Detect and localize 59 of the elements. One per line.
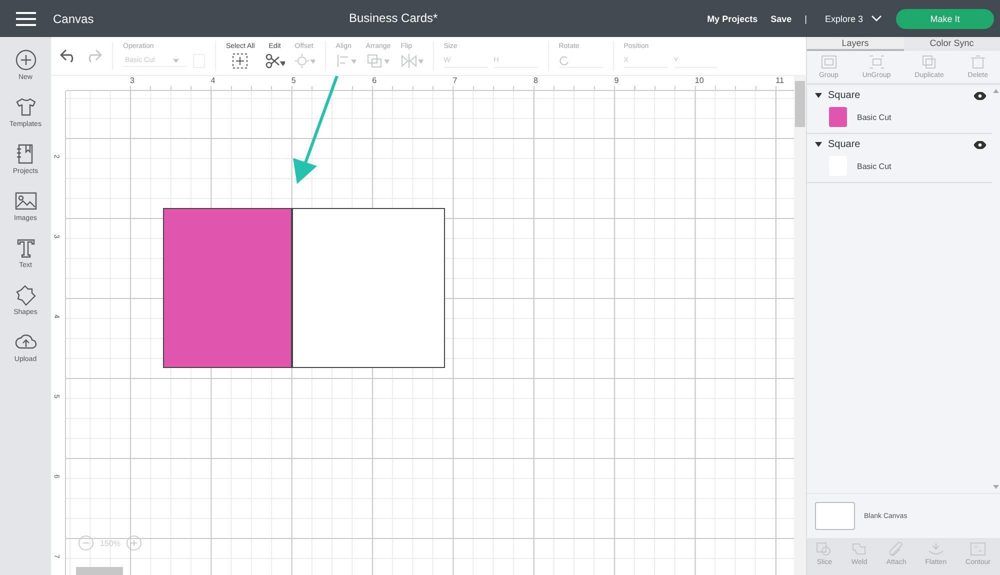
project-title: Business Cards* xyxy=(349,11,438,25)
delete-icon xyxy=(970,55,986,69)
attach-icon xyxy=(888,542,904,556)
header-link[interactable]: My Projects xyxy=(707,14,758,24)
zoom-in-icon[interactable] xyxy=(126,535,142,551)
zoom-out-icon[interactable] xyxy=(78,535,94,551)
text-icon xyxy=(14,237,36,259)
make-it-button[interactable]: Make It xyxy=(896,8,994,28)
new-icon xyxy=(14,49,36,71)
eye-icon[interactable] xyxy=(974,92,986,100)
section-title: Canvas xyxy=(53,12,94,26)
chevron-down-icon xyxy=(871,15,882,22)
ruler-number: 11 xyxy=(776,76,784,85)
layer-name[interactable]: Square xyxy=(828,139,968,150)
offset-icon xyxy=(294,54,315,68)
canvas-swatch[interactable] xyxy=(815,502,855,530)
scroll-down-icon[interactable] xyxy=(993,485,999,489)
square-shape[interactable] xyxy=(292,208,445,368)
scissors-icon xyxy=(264,53,285,69)
panel-tab[interactable]: Color Sync xyxy=(904,37,1000,51)
rotate-icon xyxy=(558,56,569,66)
arrange-icon xyxy=(367,54,390,68)
layer-name[interactable]: Square xyxy=(828,90,968,101)
expand-caret-icon[interactable] xyxy=(815,142,822,147)
ruler-number: 7 xyxy=(452,76,458,85)
scroll-up-icon[interactable] xyxy=(993,89,999,93)
align-icon xyxy=(336,54,356,68)
flatten-icon xyxy=(928,542,944,556)
color-swatch[interactable] xyxy=(829,107,847,127)
duplicate-icon xyxy=(921,55,938,69)
weld-icon xyxy=(851,542,868,556)
ruler-number: 3 xyxy=(130,76,134,85)
ruler-number: 9 xyxy=(614,76,619,85)
ruler-number: 4 xyxy=(210,76,216,85)
ruler-number: 10 xyxy=(694,76,704,85)
templates-icon xyxy=(14,96,36,118)
panel-tab[interactable]: Layers xyxy=(807,37,904,51)
scrollbar-thumb[interactable] xyxy=(795,81,805,127)
expand-caret-icon[interactable] xyxy=(815,93,822,98)
eye-icon[interactable] xyxy=(974,140,986,148)
menu-icon[interactable] xyxy=(16,12,36,26)
select-all-icon xyxy=(232,53,248,69)
ruler-number: 5 xyxy=(291,76,296,85)
images-icon xyxy=(14,190,36,212)
flip-icon xyxy=(400,54,423,68)
caret-icon xyxy=(172,58,179,62)
group-icon xyxy=(820,55,837,69)
slice-icon xyxy=(816,542,832,556)
scrollbar-thumb[interactable] xyxy=(76,567,123,575)
ruler-number: 6 xyxy=(372,76,377,85)
layer-operation: Basic Cut xyxy=(857,162,892,170)
layer-operation: Basic Cut xyxy=(857,112,892,122)
contour-icon xyxy=(970,542,986,556)
separator: | xyxy=(804,14,807,24)
header-link[interactable]: Save xyxy=(770,14,792,24)
shapes-icon xyxy=(14,284,36,306)
machine-dropdown[interactable]: Explore 3 xyxy=(824,14,882,24)
ungroup-icon xyxy=(868,55,885,69)
ruler-number: 8 xyxy=(534,76,538,85)
